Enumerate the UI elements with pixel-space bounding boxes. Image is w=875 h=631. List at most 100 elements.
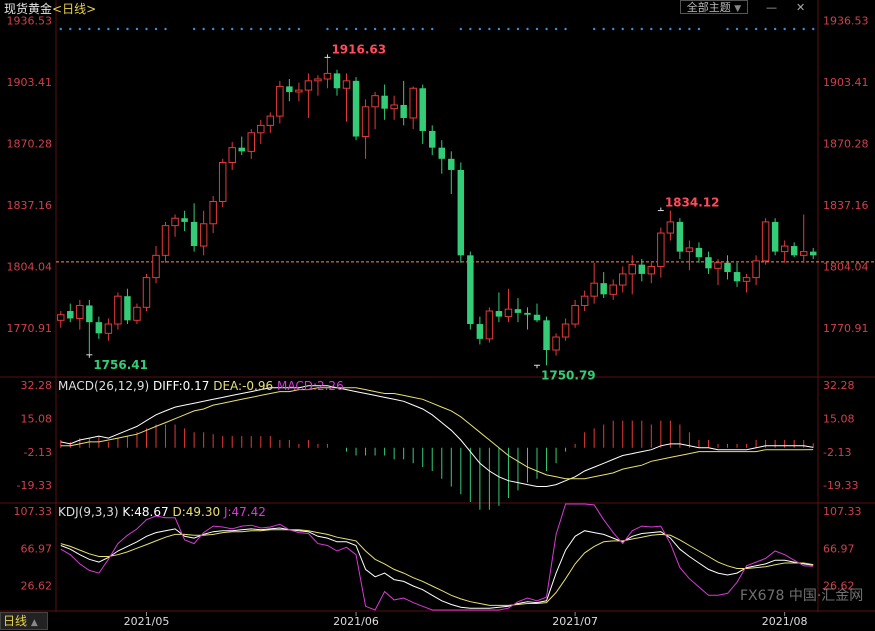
event-dot [754,27,758,31]
candle-body-up [133,306,141,321]
candle-body-down [524,312,531,315]
watermark-logo: FX678 中国·汇金网 [740,588,864,604]
chevron-down-icon: ▼ [734,4,742,14]
candle-body-down [638,264,646,274]
candle-body-up [552,336,560,351]
event-dot [335,27,339,31]
event-dot [659,27,663,31]
candle-body-down [676,221,684,252]
price-axis-label-left: 1870.28 [7,137,53,150]
candle-body-up [361,106,370,138]
event-dot [211,27,215,31]
event-dot [478,27,482,31]
macd-legend: MACD(26,12,9) DIFF:0.17 DEA:-0.96 MACD:2… [58,379,344,393]
event-dot [735,27,739,31]
event-dot [373,27,377,31]
macd-title: MACD(26,12,9) [58,379,150,393]
candle-body-up [371,95,379,108]
candle-body-up [171,217,179,227]
candle-body-down [533,314,541,321]
candle-body-down [495,311,503,317]
event-dot [488,27,491,31]
candle-body-down [352,80,360,137]
theme-button-label: 全部主题 [686,1,731,14]
candle-body-up [104,323,113,334]
candle-body-up [323,72,332,80]
candle-body-down [695,247,703,258]
candle-body-up [561,323,570,338]
macd-dea-line [60,387,814,480]
event-dot [164,27,167,31]
high-price-label: 1834.12 [665,196,720,210]
candle-body-up [409,87,417,119]
macd-value-readout: MACD:2.26 [276,379,344,393]
candle-body-down [809,251,817,256]
candle-body-up [590,282,598,297]
macd-axis-label-right: 32.28 [823,379,855,392]
event-dot [221,27,224,31]
candle-body-up [199,223,208,247]
close-icon[interactable]: ✕ [796,1,805,14]
event-dot [431,27,434,31]
candle-body-up [57,314,65,321]
price-axis-label-right: 1837.16 [823,199,869,212]
date-axis-label: 2021/08 [762,615,808,628]
event-dot [812,27,815,31]
event-dot [564,27,567,31]
kdj-axis-label-left: 107.33 [14,505,53,518]
kdj-title: KDJ(9,3,3) [58,505,119,519]
event-dot [259,27,262,31]
candle-body-up [571,304,579,325]
event-dot [240,27,243,31]
event-dot [612,27,615,31]
candle-body-up [390,104,398,110]
event-dot [745,27,748,31]
price-axis-label-left: 1804.04 [7,260,53,273]
date-axis-label: 2021/07 [552,615,598,628]
candle-body-up [618,273,627,286]
low-price-label: 1756.41 [93,358,148,372]
candle-body-up [266,115,275,126]
candle-body-down [419,88,426,131]
event-dot [345,27,348,31]
candle-body-up [666,221,675,234]
minimize-icon[interactable]: — [766,1,777,14]
event-dot [78,27,82,31]
candle-body-down [448,158,455,170]
candle-body-down [438,147,446,159]
kdj-d-readout: D:49.30 [172,505,221,519]
event-dot [516,27,520,31]
event-dot [288,27,291,31]
macd-axis-label-right: -2.13 [823,446,851,459]
candle-body-up [161,225,170,256]
candle-body-down [771,221,779,252]
macd-axis-label-left: 15.08 [21,413,53,426]
candle-body-down [124,296,131,321]
candle-body-down [181,218,188,222]
candle-body-down [476,324,484,339]
macd-diff-readout: DIFF:0.17 [152,379,210,393]
candle-body-down [467,255,474,325]
event-dot [526,27,529,31]
macd-axis-label-right: -19.33 [823,479,858,492]
candle-body-down [724,262,731,273]
candle-body-up [504,308,513,318]
event-dot [621,27,624,31]
candle-body-down [400,104,407,118]
kdj-j-line [60,503,814,611]
candle-body-up [761,221,770,262]
candle-body-up [218,162,227,202]
candle-body-down [238,147,245,152]
event-dot [697,27,701,31]
event-dot [192,27,196,31]
candle-body-up [485,310,494,340]
event-dot [802,27,805,31]
candle-body-up [714,262,722,269]
candle-body-up [780,245,789,253]
price-axis-label-left: 1770.91 [7,322,53,335]
event-dot [250,27,253,31]
period-tab[interactable]: 日线 ▲ [0,612,48,630]
event-dot [650,27,653,31]
theme-selector-button[interactable]: 全部主题 ▼ [680,0,748,14]
kdj-axis-label-right: 66.97 [823,542,855,555]
